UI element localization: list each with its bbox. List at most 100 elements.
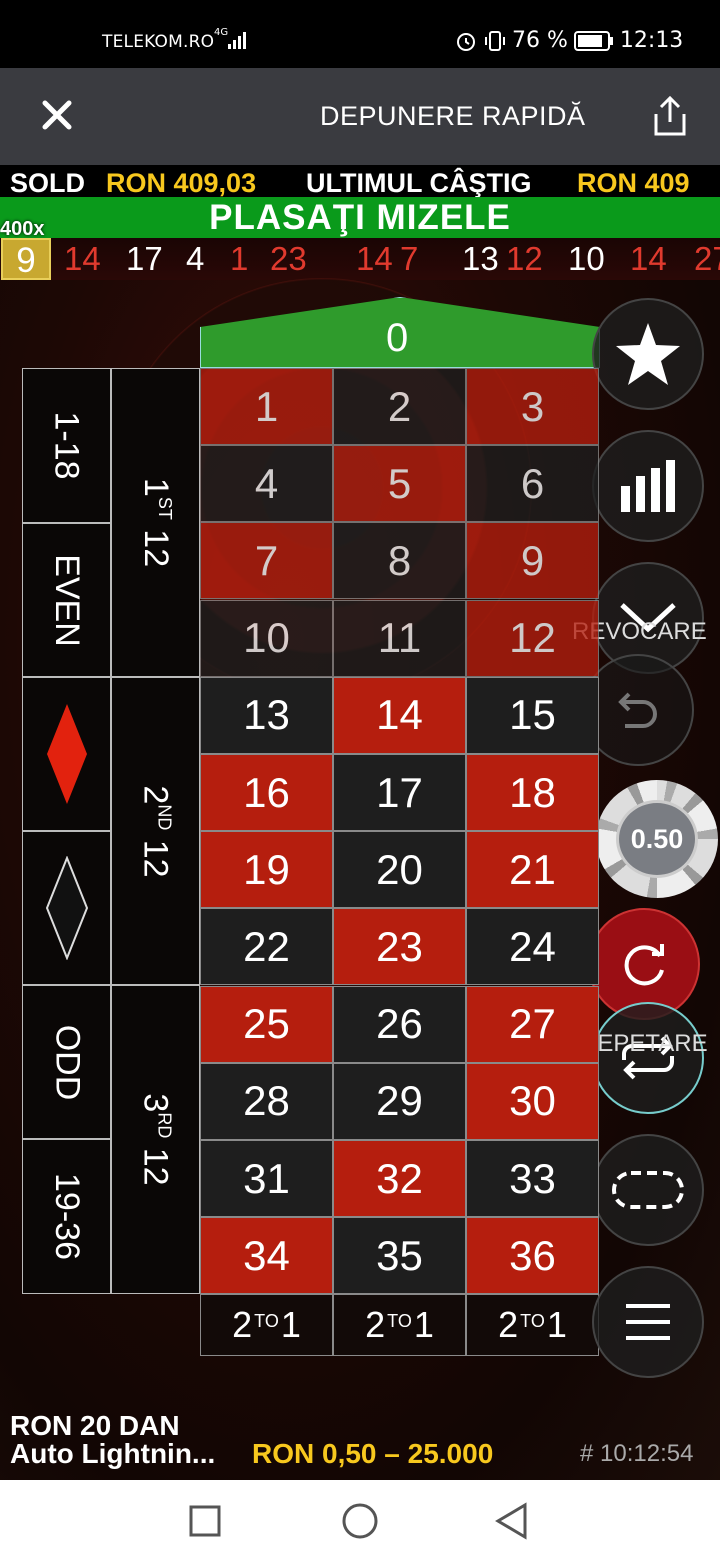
zero-label: 0 [386, 316, 409, 360]
clock: 12:13 [619, 28, 684, 53]
history-number: 23 [270, 240, 307, 277]
undo-icon [618, 692, 657, 728]
bet-number-11[interactable]: 11 [333, 599, 466, 677]
multiplier-badge: 400x [0, 218, 45, 240]
share-icon[interactable] [648, 94, 692, 138]
redo-icon [624, 944, 664, 986]
system-nav-bar [0, 1480, 720, 1560]
bet-number-19[interactable]: 19 [200, 831, 333, 909]
bet-number-18[interactable]: 18 [466, 754, 599, 831]
sold-label: SOLD [10, 168, 86, 197]
history-number: 13 [462, 240, 499, 277]
bet-number-15[interactable]: 15 [466, 676, 599, 754]
balance-bar: SOLD RON 409,03 ULTIMUL CÂŞTIG RON 409 [0, 165, 720, 197]
history-number: 10 [568, 240, 605, 277]
status-bar: TELEKOM.RO 4G 76 % 12:13 [0, 0, 720, 68]
column-bet-2[interactable]: 2 TO 1 [333, 1294, 466, 1356]
star-icon [616, 323, 680, 385]
bet-number-27[interactable]: 27 [466, 985, 599, 1063]
bet-number-29[interactable]: 29 [333, 1062, 466, 1140]
bet-number-4[interactable]: 4 [200, 445, 333, 523]
close-icon[interactable] [40, 98, 74, 132]
stats-icon [621, 460, 675, 512]
bet-number-14[interactable]: 14 [333, 676, 466, 754]
bet-number-13[interactable]: 13 [200, 676, 333, 754]
chip-selector[interactable]: 0.50 [596, 780, 718, 898]
bet-red[interactable] [22, 677, 111, 831]
last-result-highlight: 9 [1, 238, 51, 280]
bet-low[interactable]: 1-18 [22, 368, 111, 523]
quick-deposit-button[interactable]: DEPUNERE RAPIDĂ [320, 101, 586, 132]
bet-odd[interactable]: ODD [22, 985, 111, 1139]
bet-limits: RON 0,50 – 25.000 [252, 1438, 494, 1469]
last-win-value: RON 409 [577, 168, 690, 197]
bet-number-22[interactable]: 22 [200, 908, 333, 986]
bet-number-17[interactable]: 17 [333, 754, 466, 831]
history-number: 1 [230, 240, 249, 277]
hamburger-icon [626, 1304, 670, 1340]
bet-number-24[interactable]: 24 [466, 908, 599, 986]
black-diamond-icon [45, 856, 88, 960]
history-number: 12 [506, 240, 543, 277]
column-bet-3[interactable]: 2 TO 1 [466, 1294, 599, 1356]
column-bet-1[interactable]: 2 TO 1 [200, 1294, 333, 1356]
bet-number-33[interactable]: 33 [466, 1140, 599, 1217]
carrier-label: TELEKOM.RO [102, 32, 215, 52]
bet-dozen-2[interactable]: 2ND 12 [111, 677, 200, 985]
vibrate-icon [485, 30, 505, 51]
repeat-button[interactable] [592, 1002, 704, 1114]
bet-number-28[interactable]: 28 [200, 1062, 333, 1140]
signal-icon [228, 32, 246, 49]
bet-number-34[interactable]: 34 [200, 1217, 333, 1295]
racetrack-icon [612, 1171, 684, 1209]
bet-number-2[interactable]: 2 [333, 368, 466, 445]
bet-number-32[interactable]: 32 [333, 1140, 466, 1217]
bet-number-36[interactable]: 36 [466, 1217, 599, 1295]
bet-high[interactable]: 19-36 [22, 1139, 111, 1294]
place-bets-banner: PLASAŢI MIZELE [0, 197, 720, 238]
bet-number-16[interactable]: 16 [200, 754, 333, 831]
game-round-id: # 10:12:54 [580, 1440, 694, 1467]
bet-number-30[interactable]: 30 [466, 1062, 599, 1140]
repeat-label: REPETARE [580, 1030, 708, 1057]
bet-number-3[interactable]: 3 [466, 368, 599, 445]
history-number: 27 [694, 240, 720, 277]
bet-even[interactable]: EVEN [22, 523, 111, 677]
bet-number-6[interactable]: 6 [466, 445, 599, 523]
bet-number-25[interactable]: 25 [200, 985, 333, 1063]
favorites-button[interactable] [592, 298, 704, 410]
bet-number-31[interactable]: 31 [200, 1140, 333, 1217]
bet-number-5[interactable]: 5 [333, 445, 466, 523]
back-icon[interactable] [494, 1502, 528, 1540]
recent-apps-icon[interactable] [188, 1504, 222, 1538]
history-number: 17 [126, 240, 163, 277]
app-root: TELEKOM.RO 4G 76 % 12:13 DEPUNERE RAPIDĂ… [0, 0, 720, 1560]
status-right: 76 % 12:13 [454, 28, 683, 53]
bet-number-10[interactable]: 10 [200, 599, 333, 677]
bet-number-12[interactable]: 12 [466, 599, 599, 677]
bet-number-20[interactable]: 20 [333, 831, 466, 909]
alarm-icon [457, 32, 475, 51]
home-icon[interactable] [341, 1502, 379, 1540]
bet-dozen-1[interactable]: 1ST 12 [111, 368, 200, 677]
menu-button[interactable] [592, 1266, 704, 1378]
bet-number-23[interactable]: 23 [333, 908, 466, 986]
bet-black[interactable] [22, 831, 111, 985]
battery-percent: 76 % [512, 28, 568, 53]
history-number: 14 [630, 240, 667, 277]
bet-number-26[interactable]: 26 [333, 985, 466, 1063]
bet-number-7[interactable]: 7 [200, 522, 333, 600]
bet-number-8[interactable]: 8 [333, 522, 466, 600]
sold-value: RON 409,03 [106, 168, 257, 197]
last-win-label: ULTIMUL CÂŞTIG [306, 168, 532, 197]
bet-number-21[interactable]: 21 [466, 831, 599, 909]
statistics-button[interactable] [592, 430, 704, 542]
bet-dozen-3[interactable]: 3RD 12 [111, 985, 200, 1294]
chip-value: 0.50 [616, 800, 698, 878]
history-number: 14 [356, 240, 393, 277]
history-number: 7 [400, 240, 419, 277]
bet-number-35[interactable]: 35 [333, 1217, 466, 1295]
bet-number-1[interactable]: 1 [200, 368, 333, 445]
racetrack-button[interactable] [592, 1134, 704, 1246]
bet-number-9[interactable]: 9 [466, 522, 599, 600]
